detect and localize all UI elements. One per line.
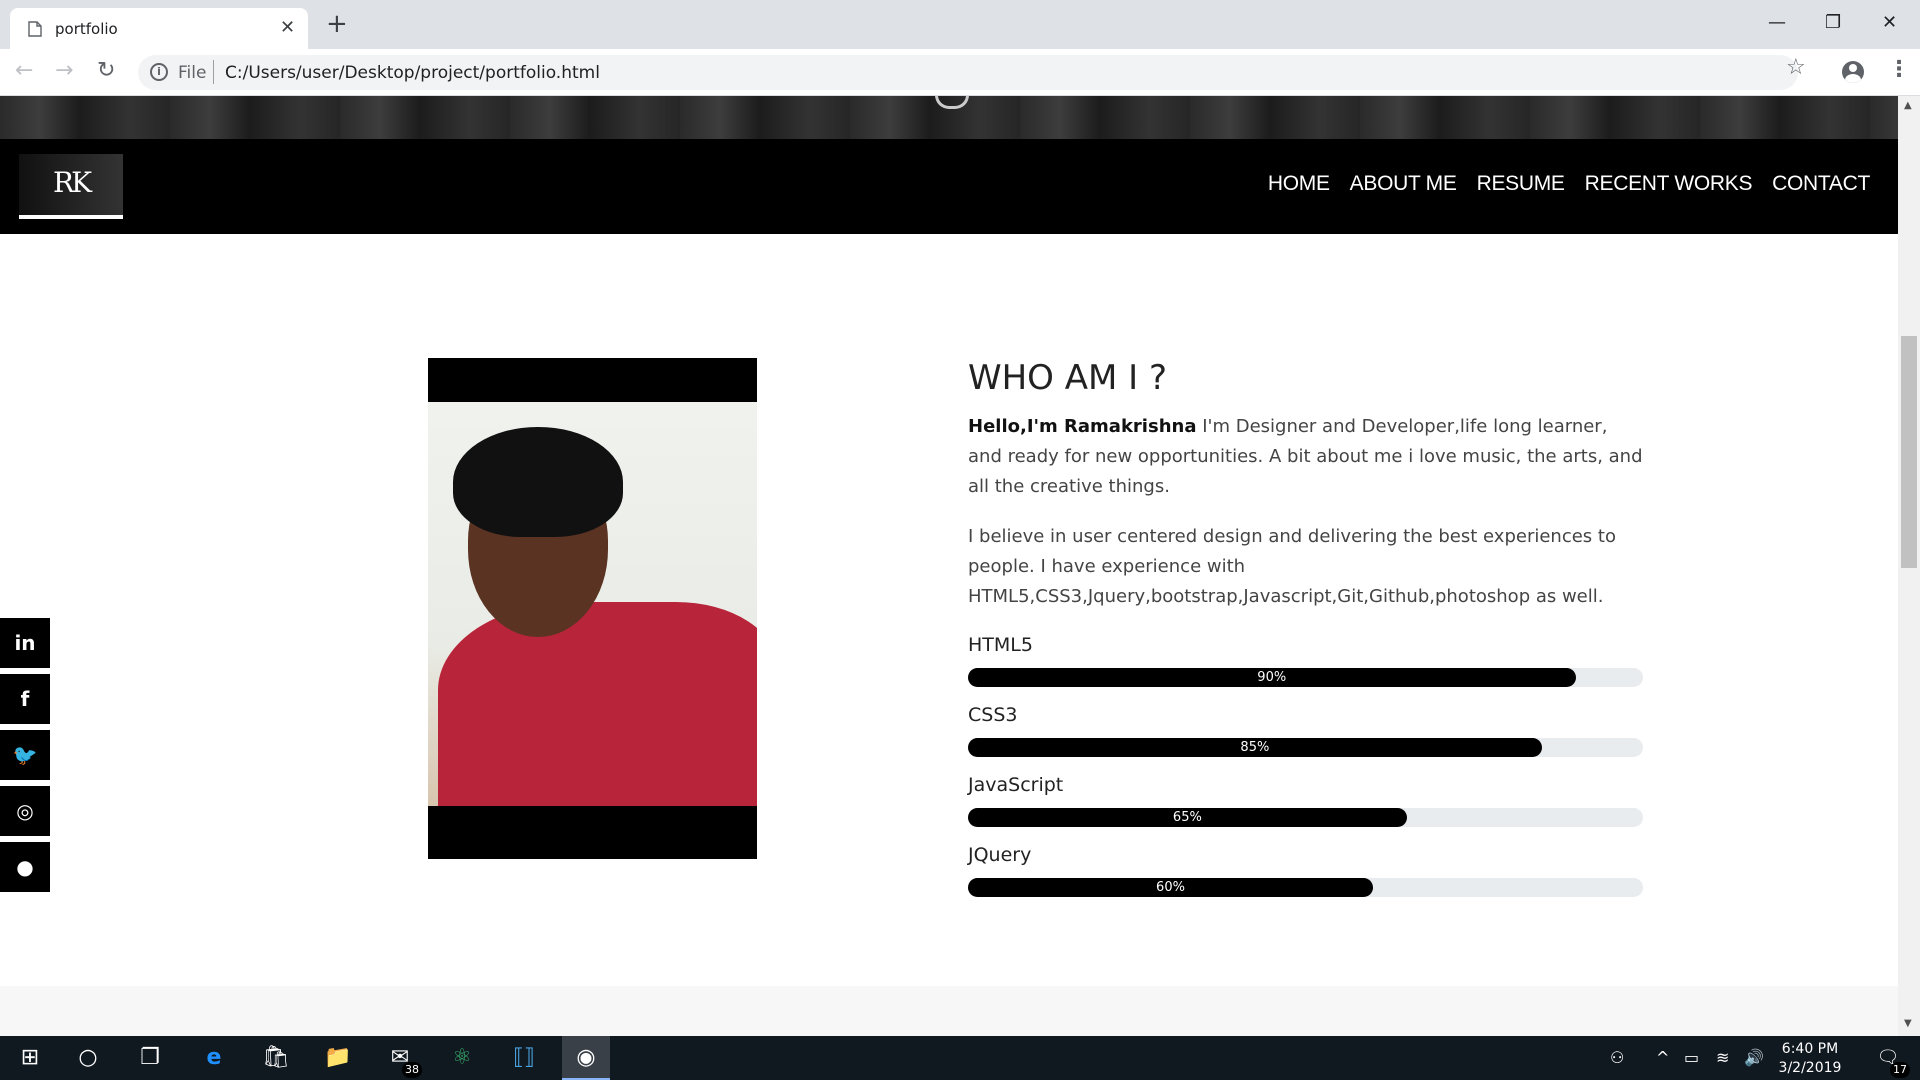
twitter-icon[interactable]: 🐦 — [0, 730, 50, 780]
about-intro: Hello,I'm Ramakrishna I'm Designer and D… — [968, 412, 1644, 502]
reload-button[interactable]: ↻ — [97, 58, 115, 83]
browser-toolbar: ← → ↻ i File C:/Users/user/Desktop/proje… — [0, 49, 1920, 96]
close-window-button[interactable]: ✕ — [1882, 12, 1897, 33]
minimize-button[interactable]: — — [1768, 12, 1786, 33]
mail-icon[interactable]: ✉ 38 — [376, 1036, 424, 1080]
start-icon[interactable]: ⊞ — [6, 1036, 54, 1080]
photo-hair — [453, 427, 623, 537]
scroll-up-icon[interactable]: ▲ — [1904, 100, 1912, 111]
linkedin-icon[interactable]: in — [0, 618, 50, 668]
scrollbar-thumb[interactable] — [1901, 336, 1917, 568]
skill-fill-html5: 90% — [968, 668, 1576, 687]
back-button[interactable]: ← — [15, 58, 33, 83]
skill-bar-javascript: 65% — [968, 808, 1643, 827]
maximize-button[interactable]: ❐ — [1825, 12, 1841, 33]
notification-badge: 17 — [1890, 1062, 1910, 1078]
about-title: WHO AM I ? — [968, 358, 1168, 398]
browser-tab-portfolio[interactable]: portfolio ✕ — [10, 8, 308, 49]
clock-date: 3/2/2019 — [1778, 1060, 1842, 1076]
people-icon[interactable]: ⚇ — [1610, 1048, 1624, 1067]
bookmark-star-icon[interactable]: ☆ — [1786, 55, 1806, 80]
skill-bar-html5: 90% — [968, 668, 1643, 687]
skill-label-html5: HTML5 — [968, 634, 1033, 656]
search-icon[interactable]: ○ — [64, 1036, 112, 1080]
browser-menu-icon[interactable]: ⋮ — [1888, 57, 1910, 82]
page-scrollbar[interactable]: ▲ ▼ — [1898, 96, 1920, 1036]
nav-links: HOME ABOUT ME RESUME RECENT WORKS CONTAC… — [1268, 172, 1870, 196]
tab-title: portfolio — [55, 20, 118, 38]
site-navbar: RK HOME ABOUT ME RESUME RECENT WORKS CON… — [0, 139, 1898, 234]
edge-icon[interactable]: e — [190, 1036, 238, 1080]
url-scheme: File — [178, 63, 207, 83]
wifi-icon[interactable]: ≋ — [1716, 1048, 1729, 1067]
about-intro-name: Hello,I'm Ramakrishna — [968, 416, 1197, 437]
skill-label-css3: CSS3 — [968, 704, 1018, 726]
new-tab-button[interactable]: + — [326, 11, 348, 37]
tray-chevron-icon[interactable]: ^ — [1656, 1048, 1669, 1067]
browser-tabstrip: portfolio ✕ + — ❐ ✕ — [0, 0, 1920, 49]
task-view-icon[interactable]: ❐ — [126, 1036, 174, 1080]
volume-icon[interactable]: 🔊 — [1744, 1048, 1764, 1067]
site-logo[interactable]: RK — [19, 154, 123, 219]
skill-bar-css3: 85% — [968, 738, 1643, 757]
windows-taskbar: ⊞ ○ ❐ e 🛍 📁 ✉ 38 ⚛ ⟦⟧ ◉ ⚇ ^ ▭ ≋ 🔊 6:40 PM… — [0, 1036, 1920, 1080]
atom-icon[interactable]: ⚛ — [438, 1036, 486, 1080]
skill-label-jquery: JQuery — [968, 844, 1032, 866]
brackets-icon[interactable]: ⟦⟧ — [500, 1036, 548, 1080]
nav-resume[interactable]: RESUME — [1477, 172, 1565, 196]
skill-fill-javascript: 65% — [968, 808, 1407, 827]
mail-badge: 38 — [402, 1062, 422, 1078]
instagram-icon[interactable]: ◎ — [0, 786, 50, 836]
next-section — [0, 986, 1898, 1036]
about-paragraph: I believe in user centered design and de… — [968, 526, 1616, 607]
chrome-icon[interactable]: ◉ — [562, 1036, 610, 1080]
facebook-icon[interactable]: f — [0, 674, 50, 724]
github-icon[interactable]: ● — [0, 842, 50, 892]
page-icon — [28, 21, 42, 37]
store-icon[interactable]: 🛍 — [252, 1036, 300, 1080]
scroll-down-icon[interactable]: ▼ — [1904, 1018, 1912, 1029]
skill-fill-jquery: 60% — [968, 878, 1373, 897]
url-separator — [213, 60, 214, 84]
system-clock[interactable]: 6:40 PM 3/2/2019 — [1770, 1040, 1850, 1078]
logo-text: RK — [53, 166, 92, 199]
nav-recent-works[interactable]: RECENT WORKS — [1585, 172, 1753, 196]
profile-icon[interactable] — [1842, 61, 1864, 83]
hero-background — [0, 96, 1898, 139]
file-explorer-icon[interactable]: 📁 — [314, 1036, 362, 1080]
forward-button[interactable]: → — [55, 58, 73, 83]
notifications-icon[interactable]: 🗨 17 — [1864, 1036, 1912, 1080]
address-bar[interactable]: i File C:/Users/user/Desktop/project/por… — [138, 55, 1798, 90]
page-viewport: RK HOME ABOUT ME RESUME RECENT WORKS CON… — [0, 96, 1898, 1036]
site-info-icon[interactable]: i — [150, 63, 168, 81]
profile-photo — [428, 358, 757, 859]
profile-photo-image — [428, 402, 757, 806]
url-text[interactable]: C:/Users/user/Desktop/project/portfolio.… — [225, 63, 600, 83]
skill-bar-jquery: 60% — [968, 878, 1643, 897]
clock-time: 6:40 PM — [1781, 1041, 1839, 1057]
nav-contact[interactable]: CONTACT — [1772, 172, 1870, 196]
tab-close-icon[interactable]: ✕ — [280, 17, 295, 38]
nav-home[interactable]: HOME — [1268, 172, 1330, 196]
battery-icon[interactable]: ▭ — [1684, 1048, 1699, 1067]
skill-fill-css3: 85% — [968, 738, 1542, 757]
skill-label-javascript: JavaScript — [968, 774, 1064, 796]
nav-about-me[interactable]: ABOUT ME — [1350, 172, 1457, 196]
photo-shirt — [438, 602, 757, 806]
